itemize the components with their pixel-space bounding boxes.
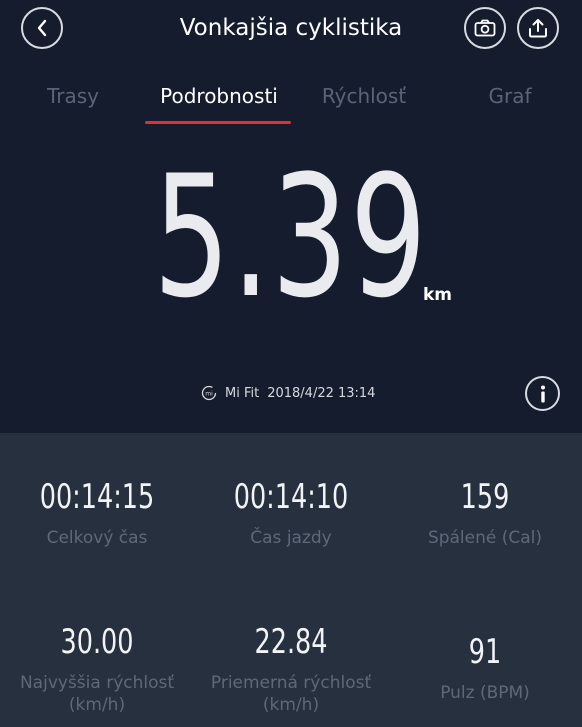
info-button[interactable] [525, 376, 560, 411]
stat-label: Priemerná rýchlosť (km/h) [210, 673, 372, 715]
stat-value: 00:14:10 [233, 477, 349, 517]
source-app: Mi Fit [225, 385, 260, 401]
stat-value: 00:14:15 [39, 477, 155, 517]
stat-value: 159 [460, 477, 510, 517]
tab-trasy[interactable]: Trasy [24, 84, 122, 108]
tab-rychlost[interactable]: Rýchlosť [304, 84, 424, 108]
stat-label: Celkový čas [46, 528, 148, 548]
stat-value: 30.00 [60, 622, 134, 662]
stat-value: 22.84 [254, 622, 328, 662]
stat-calories: 159 Spálené (Cal) [388, 477, 582, 549]
info-icon [540, 385, 545, 402]
stat-max-speed: 30.00 Najvyššia rýchlosť (km/h) [0, 622, 194, 716]
stat-ride-time: 00:14:10 Čas jazdy [194, 477, 388, 549]
mi-fit-icon: mi [201, 385, 217, 401]
stat-label: Najvyššia rýchlosť (km/h) [19, 673, 175, 715]
activity-datetime: 2018/4/22 13:14 [267, 385, 376, 401]
stat-label: Čas jazdy [250, 528, 332, 548]
stat-label: Pulz (BPM) [440, 683, 530, 703]
stat-value: 91 [468, 632, 502, 672]
distance-unit: km [423, 285, 453, 305]
stat-total-time: 00:14:15 Celkový čas [0, 477, 194, 549]
tab-graf[interactable]: Graf [460, 84, 560, 108]
active-tab-indicator [145, 121, 291, 124]
tab-podrobnosti[interactable]: Podrobnosti [148, 84, 290, 108]
activity-source: mi Mi Fit 2018/4/22 13:14 [201, 383, 375, 403]
share-button[interactable] [517, 7, 559, 49]
camera-icon [474, 19, 496, 37]
camera-button[interactable] [464, 7, 506, 49]
svg-text:mi: mi [205, 391, 213, 398]
stat-heart-rate: 91 Pulz (BPM) [388, 632, 582, 704]
upload-icon [529, 19, 547, 38]
stat-avg-speed: 22.84 Priemerná rýchlosť (km/h) [194, 622, 388, 716]
stat-label: Spálené (Cal) [427, 528, 543, 548]
